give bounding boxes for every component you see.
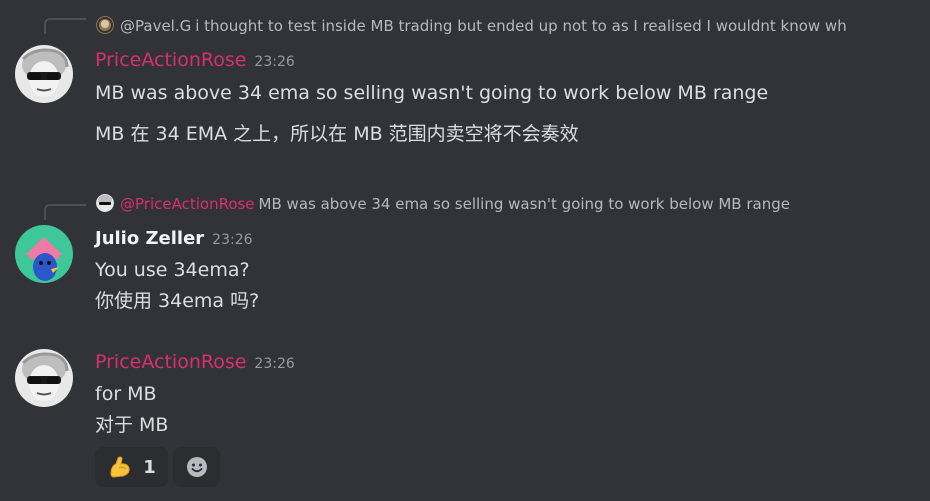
- username[interactable]: Julio Zeller: [95, 228, 204, 249]
- reaction-count: 1: [143, 456, 156, 478]
- reply-spine: [44, 18, 86, 34]
- avatar[interactable]: [15, 45, 73, 103]
- timestamp[interactable]: 23:26: [212, 232, 252, 248]
- timestamp[interactable]: 23:26: [254, 54, 294, 70]
- reply-spine: [44, 204, 86, 220]
- message-header: PriceActionRose 23:26: [95, 350, 295, 376]
- username[interactable]: PriceActionRose: [95, 49, 246, 71]
- add-reaction-icon: [186, 457, 207, 477]
- avatar: [96, 194, 114, 212]
- message-text: 你使用 34ema 吗?: [95, 290, 260, 312]
- add-reaction-button[interactable]: [173, 447, 220, 487]
- chat-message-list: @Pavel.G i thought to test inside MB trad…: [0, 0, 930, 501]
- reaction-flexed-biceps[interactable]: 1: [95, 447, 168, 487]
- avatar: [96, 16, 114, 34]
- avatar[interactable]: [15, 349, 73, 407]
- avatar-rose-icon: [15, 349, 73, 407]
- reply-preview[interactable]: @Pavel.G i thought to test inside MB trad…: [96, 16, 847, 36]
- message-text: for MB: [95, 383, 157, 405]
- avatar-rose-icon: [15, 45, 73, 103]
- message-header: Julio Zeller 23:26: [95, 227, 253, 252]
- avatar-rose-small-icon: [96, 194, 114, 212]
- avatar-julio-icon: [15, 225, 73, 283]
- username[interactable]: PriceActionRose: [95, 351, 246, 373]
- message-text: 对于 MB: [95, 414, 169, 436]
- message-header: PriceActionRose 23:26: [95, 48, 295, 74]
- message-text: MB was above 34 ema so selling wasn't go…: [95, 82, 769, 104]
- avatar[interactable]: [15, 225, 73, 283]
- flexed-biceps-icon: [110, 456, 130, 478]
- reply-text: i thought to test inside MB trading but …: [195, 17, 847, 35]
- message-text: MB 在 34 EMA 之上，所以在 MB 范围内卖空将不会奏效: [95, 123, 579, 145]
- message-text: You use 34ema?: [95, 259, 250, 281]
- timestamp[interactable]: 23:26: [254, 356, 294, 372]
- reply-preview[interactable]: @PriceActionRose MB was above 34 ema so s…: [96, 194, 790, 214]
- reply-text: MB was above 34 ema so selling wasn't go…: [258, 195, 790, 213]
- reply-author[interactable]: @Pavel.G: [120, 17, 191, 35]
- avatar-pavel-icon: [96, 16, 114, 34]
- reply-author[interactable]: @PriceActionRose: [120, 195, 255, 213]
